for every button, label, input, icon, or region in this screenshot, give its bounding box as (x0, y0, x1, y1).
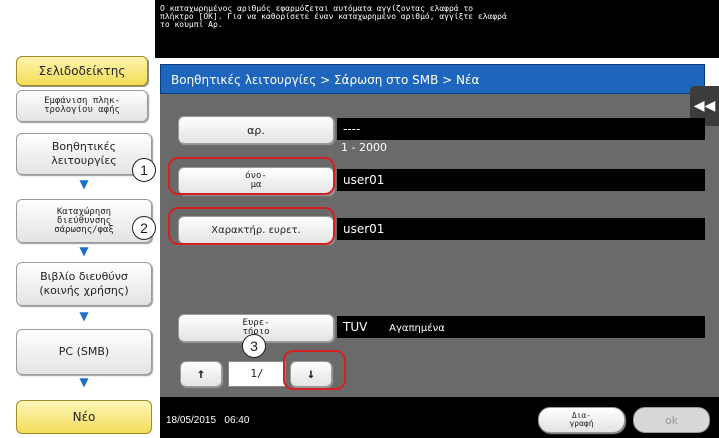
flow-pc-smb-button[interactable]: PC (SMB) (16, 329, 152, 375)
ok-button[interactable]: ok (633, 407, 710, 433)
number-button[interactable]: αρ. (178, 116, 334, 144)
message-text: Ο καταχωρημένος αριθμός εφαρμόζεται αυτό… (160, 4, 507, 29)
callout-box-name (168, 157, 335, 195)
datetime: 18/05/2015 06:40 (166, 415, 250, 426)
flow-arrow-icon: ▼ (79, 244, 89, 258)
delete-button[interactable]: Δια- γραφή (538, 407, 625, 433)
index-value: TUV (343, 320, 368, 334)
flow-arrow-icon: ▼ (79, 177, 89, 191)
name-field: user01 (337, 169, 705, 191)
breadcrumb: Βοηθητικές λειτουργίες > Σάρωση στο SMB … (160, 64, 705, 94)
bookmark-tab[interactable]: Σελιδοδείκτης (16, 56, 148, 86)
page-up-button[interactable]: ↑ (180, 361, 222, 387)
flow-scan-address-button[interactable]: Καταχώρηση διεύθυνσης σάρωσης/φαξ (16, 199, 152, 243)
flow-address-book-button[interactable]: Βιβλίο διευθύνσ (κοινής χρήσης) (16, 262, 152, 306)
favorites-label: Αγαπημένα (389, 323, 445, 334)
callout-number: 2 (132, 216, 156, 240)
number-range: 1 - 2000 (341, 141, 387, 154)
index-field: TUV Αγαπημένα (337, 316, 705, 338)
page-indicator: 1/ (228, 361, 286, 387)
callout-box-down (283, 350, 346, 390)
callout-number: 3 (242, 334, 266, 358)
index-char-field: user01 (337, 218, 705, 240)
new-button[interactable]: Νέο (16, 400, 152, 434)
flow-arrow-icon: ▼ (79, 375, 89, 389)
touch-keyboard-button[interactable]: Εμφάνιση πληκ- τρολογίου αφής (16, 90, 148, 122)
callout-box-index (168, 207, 335, 245)
flow-arrow-icon: ▼ (79, 309, 89, 323)
callout-number: 1 (132, 158, 156, 182)
number-field: ---- (337, 118, 705, 140)
